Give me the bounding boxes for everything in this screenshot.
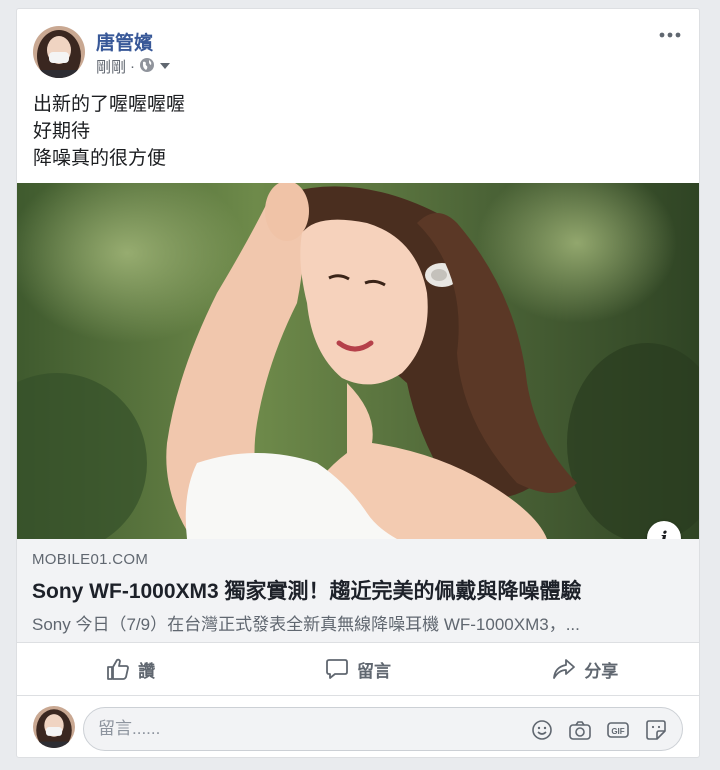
camera-icon[interactable]	[568, 718, 592, 742]
speech-bubble-icon	[325, 658, 349, 680]
sticker-icon[interactable]	[644, 718, 668, 742]
link-title[interactable]: Sony WF-1000XM3 獨家實測！趨近完美的佩戴與降噪體驗	[32, 575, 687, 605]
link-description: Sony 今日（7/9）在台灣正式發表全新真無線降噪耳機 WF-1000XM3，…	[32, 615, 580, 634]
author-name[interactable]: 唐管嬪	[96, 28, 153, 55]
post-text: 出新的了喔喔喔喔 好期待 降噪真的很方便	[33, 91, 185, 172]
post-card: 唐管嬪 剛剛 · 出新的了喔喔喔喔 好期待 降噪真的很方便 i MOBILE01…	[16, 8, 700, 758]
post-time[interactable]: 剛剛	[96, 56, 126, 77]
post-text-line: 出新的了喔喔喔喔	[33, 94, 186, 115]
emoji-icon[interactable]	[530, 718, 554, 742]
like-label: 讚	[138, 661, 156, 681]
link-domain: MOBILE01.COM	[32, 551, 149, 568]
gif-icon[interactable]: GIF	[606, 718, 630, 742]
like-button[interactable]: 讚	[17, 643, 244, 695]
comment-input[interactable]	[98, 708, 518, 750]
comment-composer: GIF	[83, 707, 683, 751]
svg-text:GIF: GIF	[611, 727, 624, 736]
commenter-avatar[interactable]	[33, 706, 75, 748]
more-options-icon[interactable]	[655, 23, 685, 47]
comment-button[interactable]: 留言	[244, 643, 471, 695]
post-text-line: 好期待	[33, 121, 91, 142]
action-bar: 讚 留言 分享	[17, 643, 699, 696]
post-meta: 剛剛 ·	[96, 56, 171, 77]
link-preview[interactable]: MOBILE01.COM Sony WF-1000XM3 獨家實測！趨近完美的佩…	[17, 539, 699, 643]
thumbs-up-icon	[106, 658, 130, 680]
privacy-dropdown-icon[interactable]	[159, 58, 171, 75]
meta-separator: ·	[130, 58, 136, 75]
author-avatar[interactable]	[33, 26, 85, 78]
share-label: 分享	[584, 661, 619, 681]
link-preview-image[interactable]	[17, 183, 699, 539]
composer-icons: GIF	[530, 718, 668, 742]
comment-label: 留言	[356, 661, 391, 681]
post-text-line: 降噪真的很方便	[33, 148, 167, 169]
share-button[interactable]: 分享	[472, 643, 699, 695]
globe-icon[interactable]	[139, 57, 155, 77]
share-arrow-icon	[552, 658, 576, 680]
